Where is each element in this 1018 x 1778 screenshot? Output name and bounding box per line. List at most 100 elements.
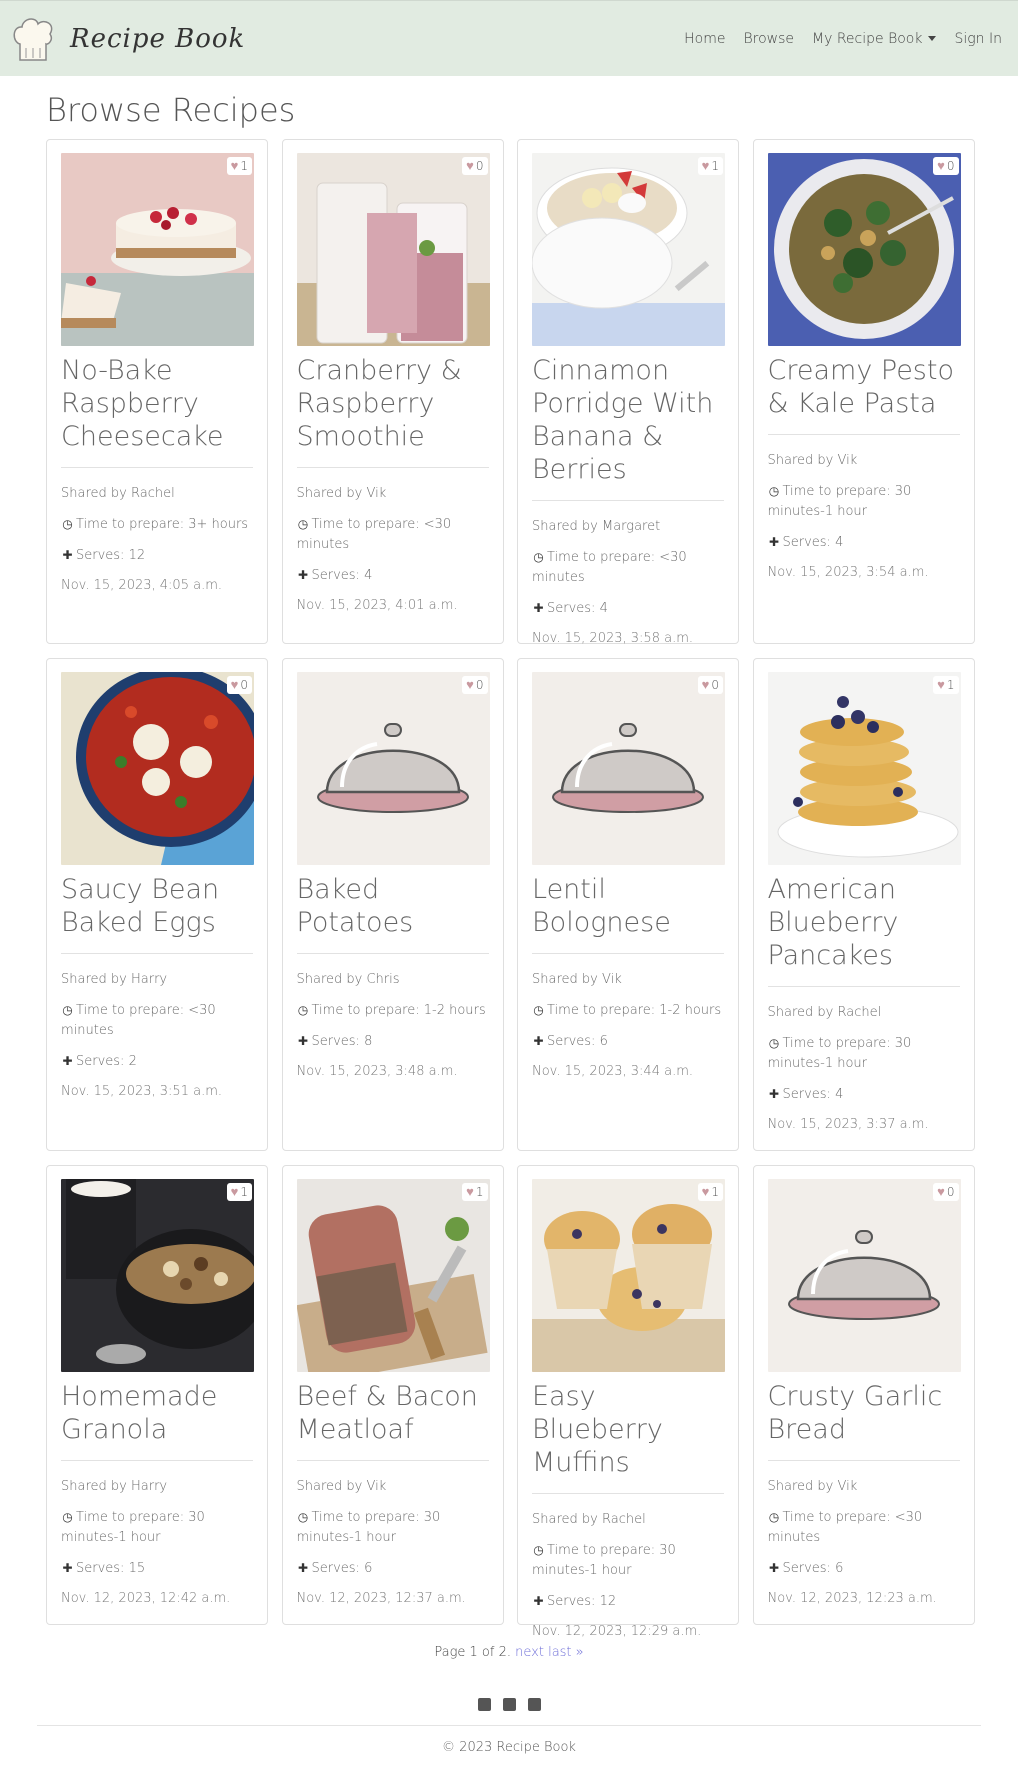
recipe-photo [296, 1179, 490, 1372]
prep-time-row: ◷ Time to prepare: <30 minutes [297, 514, 489, 555]
recipe-title[interactable]: Easy Blueberry Muffins [532, 1380, 724, 1494]
recipe-card[interactable]: ♥ 0 Crusty Garlic Bread Shared by Vik ◷ Time … [752, 1165, 975, 1625]
brand-logo[interactable]: Recipe Book [12, 14, 245, 64]
like-count: 0 [475, 159, 484, 173]
recipe-meta: Shared by Margaret ◷ Time to prepare: <30 … [532, 517, 724, 649]
prep-time: Time to prepare: 30 minutes-1 hour [296, 1510, 441, 1545]
nav-my-recipe-book[interactable]: My Recipe Book [812, 30, 937, 47]
recipe-title[interactable]: No-Bake Raspberry Cheesecake [61, 354, 253, 468]
like-badge[interactable]: ♥ 1 [226, 1183, 252, 1201]
recipe-image[interactable]: ♥ 1 [296, 1179, 490, 1372]
shared-by: Shared by Chris [296, 972, 400, 987]
clock-icon: ◷ [62, 1510, 73, 1524]
recipe-card[interactable]: ♥ 1 Cinnamon Porridge With Banana & Berrie… [517, 139, 739, 646]
recipe-title[interactable]: Baked Potatoes [296, 873, 489, 954]
recipe-meta: Shared by Harry ◷ Time to prepare: 30 minu… [61, 1477, 253, 1609]
heart-icon: ♥ [937, 159, 945, 174]
nav-home[interactable]: Home [684, 31, 725, 47]
like-badge[interactable]: ♥ 1 [462, 1183, 488, 1201]
last-page-link[interactable]: last » [548, 1645, 584, 1660]
like-count: 0 [946, 159, 955, 173]
prep-time: Time to prepare: 30 minutes-1 hour [767, 1036, 912, 1071]
like-count: 1 [475, 1185, 484, 1199]
shared-by: Shared by Harry [61, 972, 168, 987]
recipe-meta: Shared by Vik ◷ Time to prepare: <30 minut… [768, 1477, 960, 1609]
prep-time: Time to prepare: <30 minutes [61, 1003, 216, 1038]
clock-icon: ◷ [533, 550, 544, 564]
recipe-image[interactable]: ♥ 0 [296, 153, 490, 346]
serves: Serves: 6 [547, 1034, 608, 1049]
serves-row: ✚ Serves: 2 [61, 1051, 253, 1072]
like-badge[interactable]: ♥ 0 [697, 676, 723, 694]
like-badge[interactable]: ♥ 0 [462, 157, 488, 175]
recipe-date: Nov. 12, 2023, 12:23 a.m. [767, 1591, 937, 1606]
recipe-image[interactable]: ♥ 1 [767, 672, 961, 865]
recipe-date: Nov. 15, 2023, 3:54 a.m. [767, 565, 929, 580]
nav-sign-in[interactable]: Sign In [954, 31, 1002, 47]
nav-links: Home Browse My Recipe Book Sign In [684, 31, 1002, 47]
recipe-card[interactable]: ♥ 0 Creamy Pesto & Kale Pasta Shared by Vik… [752, 139, 975, 644]
recipe-card[interactable]: ♥ 0 Baked Potatoes Shared by Chris ◷ Time to … [281, 658, 504, 1151]
recipe-card[interactable]: ♥ 1 Easy Blueberry Muffins Shared by Rachel… [517, 1165, 739, 1639]
recipe-meta: Shared by Chris ◷ Time to prepare: 1-2 hou… [297, 970, 489, 1082]
like-badge[interactable]: ♥ 1 [697, 157, 723, 175]
recipe-title[interactable]: Saucy Bean Baked Eggs [61, 873, 253, 954]
recipe-image[interactable]: ♥ 0 [61, 672, 254, 865]
like-badge[interactable]: ♥ 0 [226, 676, 252, 694]
recipe-card[interactable]: ♥ 0 Lentil Bolognese Shared by Vik ◷ Time to … [517, 658, 739, 1151]
prep-time-row: ◷ Time to prepare: 30 minutes-1 hour [297, 1507, 489, 1548]
recipe-card[interactable]: ♥ 0 Cranberry & Raspberry Smoothie Shared b… [281, 139, 504, 644]
heart-icon: ♥ [230, 159, 239, 174]
next-page-link[interactable]: next [515, 1645, 544, 1660]
recipe-image[interactable]: ♥ 0 [296, 672, 490, 865]
recipe-title[interactable]: Creamy Pesto & Kale Pasta [767, 354, 960, 435]
recipe-title[interactable]: Crusty Garlic Bread [767, 1380, 960, 1461]
recipe-card[interactable]: ♥ 1 American Blueberry Pancakes Shared by R… [752, 658, 975, 1151]
recipe-title[interactable]: Homemade Granola [61, 1380, 253, 1461]
like-badge[interactable]: ♥ 0 [933, 1183, 959, 1201]
like-badge[interactable]: ♥ 1 [933, 676, 959, 694]
recipe-card[interactable]: ♥ 1 No-Bake Raspberry Cheesecake Shared by … [46, 139, 268, 644]
serves: Serves: 12 [547, 1594, 617, 1609]
recipe-image[interactable]: ♥ 1 [532, 1179, 725, 1372]
clock-icon: ◷ [62, 1003, 73, 1017]
recipe-image[interactable]: ♥ 1 [61, 1179, 254, 1372]
recipe-title[interactable]: Cranberry & Raspberry Smoothie [296, 354, 489, 468]
nav-browse[interactable]: Browse [743, 31, 794, 47]
serves-row: ✚ Serves: 4 [532, 598, 724, 619]
heart-icon: ♥ [230, 678, 239, 693]
prep-time: Time to prepare: <30 minutes [296, 517, 452, 552]
recipe-meta: Shared by Vik ◷ Time to prepare: <30 minut… [297, 484, 489, 616]
facebook-icon[interactable] [477, 1698, 491, 1711]
recipe-photo [61, 153, 254, 346]
recipe-title[interactable]: Lentil Bolognese [532, 873, 724, 954]
recipe-date: Nov. 15, 2023, 3:44 a.m. [532, 1064, 694, 1079]
recipe-card[interactable]: ♥ 1 Homemade Granola Shared by Harry ◷ Time t… [46, 1165, 268, 1625]
heart-icon: ♥ [466, 159, 474, 174]
nav-my-recipe-book-label: My Recipe Book [812, 30, 923, 47]
shared-by: Shared by Rachel [532, 1512, 646, 1527]
utensils-icon: ✚ [768, 1561, 780, 1575]
recipe-image[interactable]: ♥ 0 [767, 1179, 961, 1372]
recipe-image[interactable]: ♥ 0 [532, 672, 725, 865]
recipe-image[interactable]: ♥ 1 [532, 153, 725, 346]
recipe-image[interactable]: ♥ 0 [767, 153, 961, 346]
like-badge[interactable]: ♥ 1 [697, 1183, 723, 1201]
recipe-card[interactable]: ♥ 0 Saucy Bean Baked Eggs Shared by Harry ◷ T… [46, 658, 268, 1151]
serves-row: ✚ Serves: 12 [532, 1591, 724, 1612]
twitter-icon[interactable] [502, 1698, 516, 1711]
instagram-icon[interactable] [527, 1698, 541, 1711]
like-badge[interactable]: ♥ 0 [462, 676, 488, 694]
prep-time: Time to prepare: 30 minutes-1 hour [61, 1510, 205, 1545]
recipe-card[interactable]: ♥ 1 Beef & Bacon Meatloaf Shared by Vik ◷ Tim… [281, 1165, 504, 1625]
clock-icon: ◷ [62, 517, 73, 531]
recipe-title[interactable]: American Blueberry Pancakes [767, 873, 960, 987]
like-badge[interactable]: ♥ 0 [933, 157, 959, 175]
recipe-image[interactable]: ♥ 1 [61, 153, 254, 346]
prep-time-row: ◷ Time to prepare: 1-2 hours [532, 1000, 724, 1021]
serves: Serves: 2 [76, 1054, 137, 1069]
recipe-title[interactable]: Beef & Bacon Meatloaf [296, 1380, 489, 1461]
like-badge[interactable]: ♥ 1 [226, 157, 252, 175]
serves-row: ✚ Serves: 12 [61, 545, 253, 566]
recipe-title[interactable]: Cinnamon Porridge With Banana & Berries [532, 354, 724, 501]
